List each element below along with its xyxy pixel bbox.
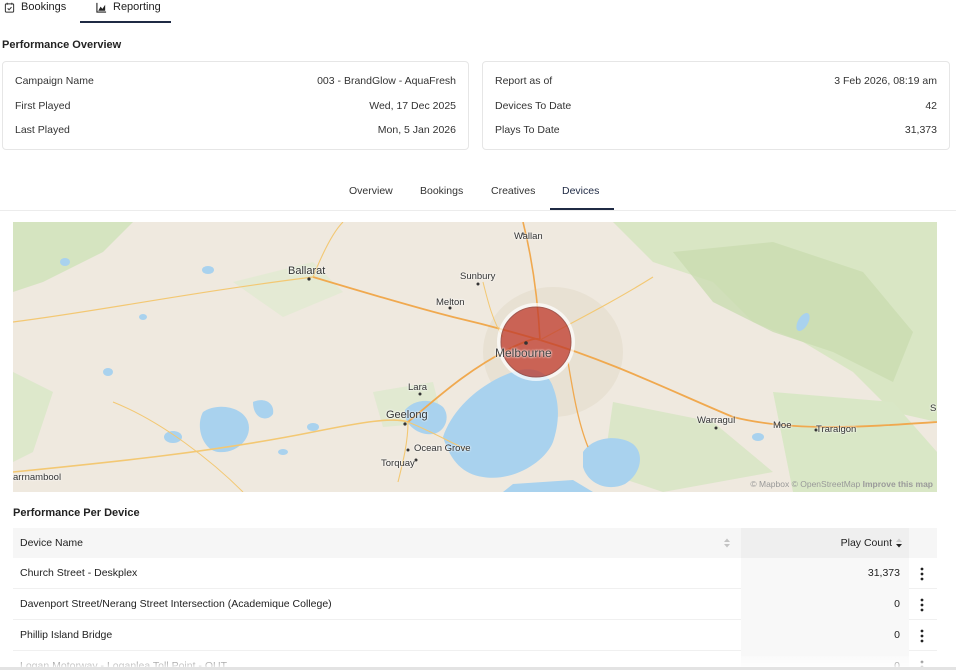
subtab-creatives[interactable]: Creatives — [491, 185, 535, 197]
kv-value: 003 - BrandGlow - AquaFresh — [317, 75, 456, 87]
map-attribution: © Mapbox © OpenStreetMap Improve this ma… — [750, 479, 933, 489]
map-label-warragul: Warragul — [697, 415, 736, 426]
first-played-row: First Played Wed, 17 Dec 2025 — [15, 100, 456, 114]
tab-reporting-label: Reporting — [113, 1, 161, 13]
map-label-melbourne: Melbourne — [495, 346, 552, 360]
top-tabs: Bookings Reporting — [0, 0, 956, 24]
play-count-cell: 0 — [894, 598, 900, 610]
active-tab-indicator — [80, 21, 171, 23]
kv-key: Campaign Name — [15, 75, 94, 87]
tab-bookings-label: Bookings — [21, 1, 67, 13]
kv-key: First Played — [15, 100, 71, 112]
column-play-count[interactable]: Play Count — [741, 528, 909, 558]
subtab-overview[interactable]: Overview — [349, 185, 393, 197]
more-vertical-icon[interactable] — [917, 598, 927, 612]
map-label-edge: S — [930, 403, 937, 414]
device-name-cell: Church Street - Deskplex — [20, 567, 138, 579]
sort-icon[interactable] — [723, 538, 731, 548]
sort-descending-icon — [896, 538, 902, 548]
kv-key: Devices To Date — [495, 100, 572, 112]
table-row[interactable]: Phillip Island Bridge 0 — [13, 620, 937, 651]
kv-value: 42 — [925, 100, 937, 112]
devices-map[interactable]: Wallan Ballarat Sunbury Melton Melbourne… — [13, 222, 937, 492]
improve-map-link[interactable]: Improve this map — [863, 479, 933, 489]
map-label-ocean-grove: Ocean Grove — [414, 443, 471, 454]
kv-key: Plays To Date — [495, 124, 560, 136]
kv-key: Report as of — [495, 75, 553, 87]
map-label-sunbury: Sunbury — [460, 271, 496, 282]
map-label-moe: Moe — [773, 420, 792, 431]
table-header: Device Name Play Count — [13, 528, 937, 558]
kv-value: 3 Feb 2026, 08:19 am — [834, 75, 937, 87]
table-row[interactable]: Church Street - Deskplex 31,373 — [13, 558, 937, 589]
play-count-cell: 31,373 — [867, 567, 900, 579]
map-label-lara: Lara — [408, 382, 428, 393]
map-canvas — [13, 222, 937, 492]
table-row[interactable]: Davenport Street/Nerang Street Intersect… — [13, 589, 937, 620]
last-played-row: Last Played Mon, 5 Jan 2026 — [15, 124, 456, 138]
map-label-geelong: Geelong — [386, 409, 428, 421]
report-sub-tabs: Overview Bookings Creatives Devices — [0, 185, 956, 211]
performance-per-device-title: Performance Per Device — [13, 507, 140, 519]
devices-table: Device Name Play Count Church Street - D… — [13, 528, 937, 670]
play-count-cell: 0 — [894, 629, 900, 641]
more-vertical-icon[interactable] — [917, 629, 927, 643]
map-label-wallan: Wallan — [514, 231, 543, 242]
device-name-cell: Phillip Island Bridge — [20, 629, 113, 641]
column-device-name[interactable]: Device Name — [20, 528, 83, 558]
count-cell-bg — [741, 620, 909, 651]
attribution-text[interactable]: © Mapbox © OpenStreetMap — [750, 479, 860, 489]
map-label-traralgon: Traralgon — [816, 424, 857, 435]
kv-value: Wed, 17 Dec 2025 — [369, 100, 456, 112]
kv-value: Mon, 5 Jan 2026 — [377, 124, 456, 136]
performance-overview-title: Performance Overview — [2, 39, 122, 51]
more-vertical-icon[interactable] — [917, 567, 927, 581]
map-label-melton: Melton — [436, 297, 465, 308]
devices-to-date-row: Devices To Date 42 — [495, 100, 937, 114]
divider — [0, 210, 956, 211]
report-stats-card: Report as of 3 Feb 2026, 08:19 am Devices… — [482, 61, 950, 150]
plays-to-date-row: Plays To Date 31,373 — [495, 124, 937, 138]
count-cell-bg — [741, 589, 909, 620]
kv-value: 31,373 — [904, 124, 937, 136]
play-count-header-text: Play Count — [840, 537, 892, 549]
map-label-torquay: Torquay — [381, 458, 415, 469]
chart-area-icon — [96, 2, 107, 13]
calendar-check-icon — [4, 2, 15, 13]
subtab-bookings[interactable]: Bookings — [420, 185, 463, 197]
campaign-info-card: Campaign Name 003 - BrandGlow - AquaFresh… — [2, 61, 469, 150]
subtab-devices[interactable]: Devices — [562, 185, 599, 197]
campaign-name-row: Campaign Name 003 - BrandGlow - AquaFresh — [15, 75, 456, 89]
kv-key: Last Played — [15, 124, 70, 136]
map-label-warrnambool: arrnambool — [13, 472, 62, 483]
tab-bookings[interactable]: Bookings — [4, 0, 66, 24]
report-as-of-row: Report as of 3 Feb 2026, 08:19 am — [495, 75, 937, 89]
device-name-cell: Davenport Street/Nerang Street Intersect… — [20, 598, 332, 610]
column-play-count-label: Play Count — [841, 528, 903, 558]
map-label-ballarat: Ballarat — [288, 265, 326, 277]
